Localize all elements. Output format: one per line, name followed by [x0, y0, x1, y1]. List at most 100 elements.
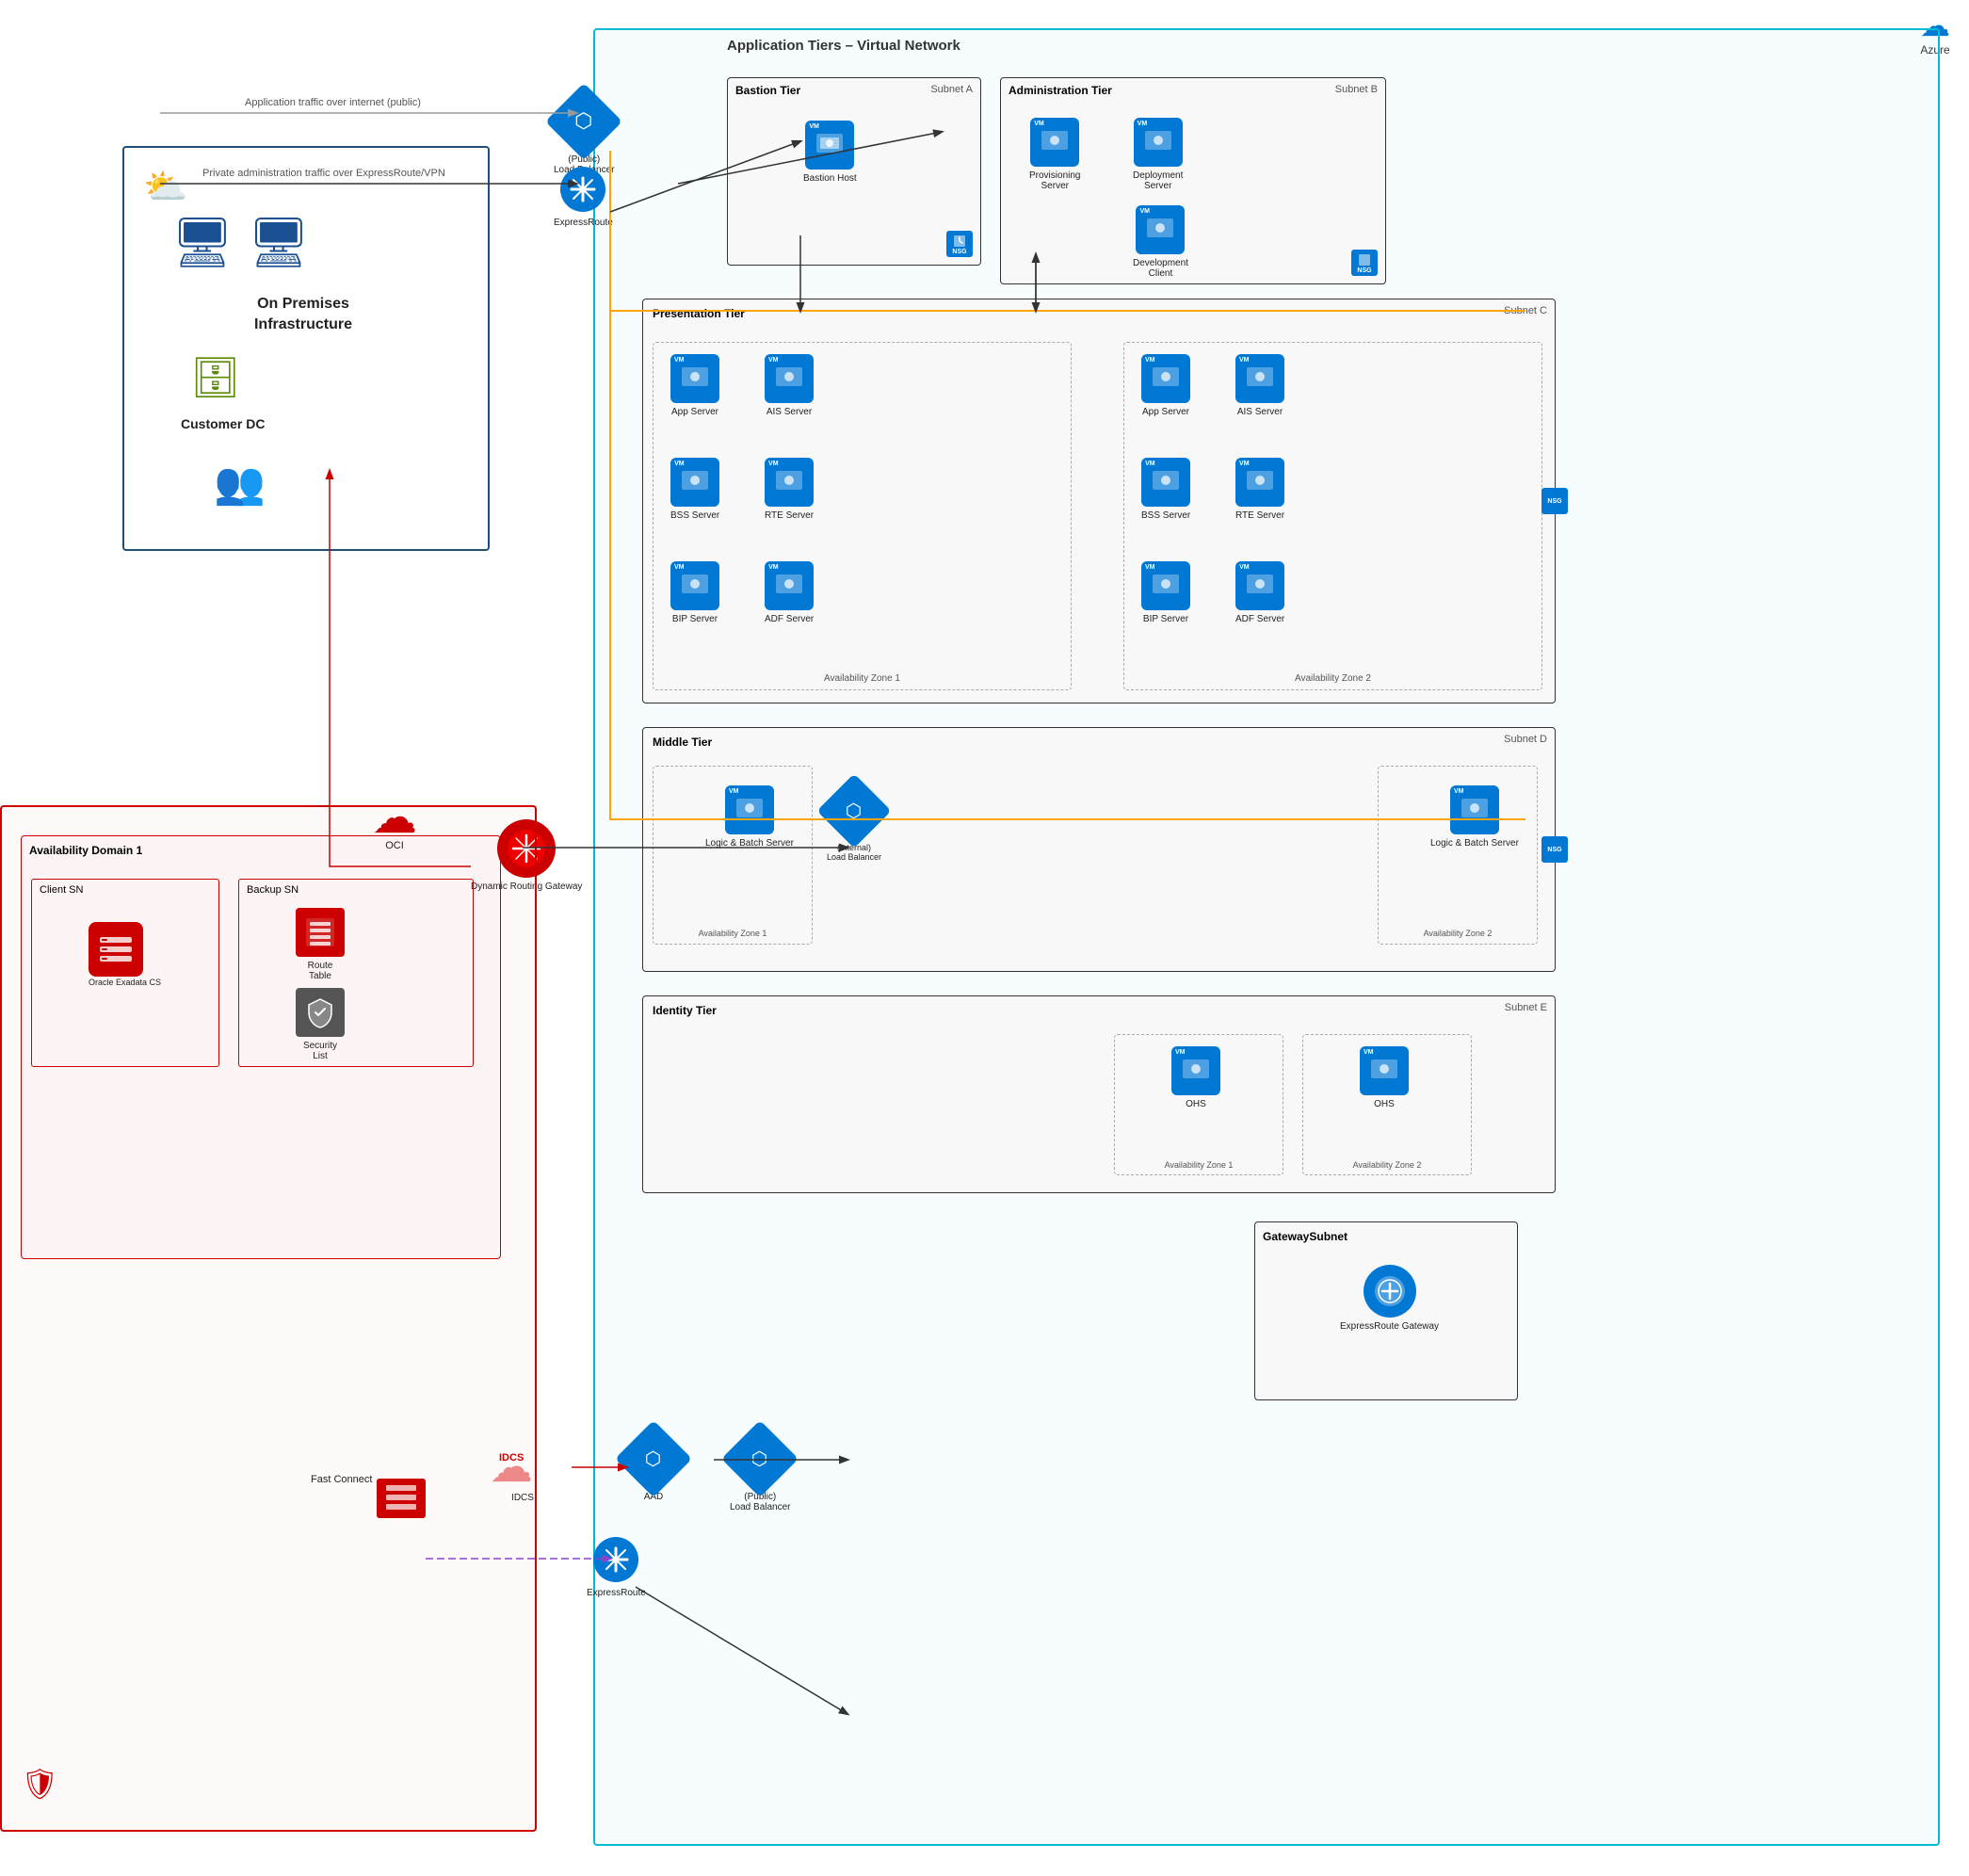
expressroute-gw-icon — [1364, 1265, 1416, 1318]
identity-z1-ohs-icon: VM — [1171, 1046, 1220, 1095]
expressroute-top-icon — [558, 165, 607, 214]
pres-z2-adf-label: ADF Server — [1235, 614, 1284, 624]
on-premises-box: ⛅ 🖥 🖥 On PremisesInfrastructure 🗄 Custom… — [122, 146, 490, 551]
provisioning-server-icon: VM — [1030, 118, 1079, 167]
on-premises-title: On PremisesInfrastructure — [153, 294, 454, 336]
client-sn-label: Client SN — [40, 884, 83, 896]
pres-z1-adf-icon: VM — [765, 561, 814, 610]
pres-z1-bss-server: VM BSS Server — [670, 458, 719, 521]
pres-z1-bip-icon: VM — [670, 561, 719, 610]
pres-z2-label: Availability Zone 2 — [1295, 673, 1371, 684]
admin-subnet-label: Subnet B — [1335, 84, 1378, 95]
pres-z2-app-icon: VM — [1141, 354, 1190, 403]
backup-sn-box: Backup SN RouteTable SecurityList — [238, 879, 474, 1067]
expressroute-bottom-label: ExpressRoute — [587, 1588, 646, 1598]
bastion-tier: Bastion Tier Subnet A VM Bastion Host NS… — [727, 77, 981, 266]
pres-z1-bip-label: BIP Server — [672, 614, 718, 624]
admin-nsg-label: NSG — [1357, 267, 1371, 274]
oci-firewall-icon: 🛡 — [21, 1766, 59, 1802]
middle-z2-label: Availability Zone 2 — [1424, 929, 1493, 938]
bastion-tier-title: Bastion Tier — [735, 84, 800, 97]
identity-z1-label: Availability Zone 1 — [1165, 1160, 1234, 1170]
pres-z1-bss-label: BSS Server — [670, 510, 719, 521]
client-sn-box: Client SN Oracle Exadata CS — [31, 879, 219, 1067]
identity-z1-ohs: VM OHS — [1171, 1046, 1220, 1109]
pres-z2-bss-label: BSS Server — [1141, 510, 1190, 521]
identity-z2-ohs: VM OHS — [1360, 1046, 1409, 1109]
pres-z2-bip-label: BIP Server — [1143, 614, 1188, 624]
on-premises-server-icon-1: 🖥 — [171, 214, 234, 271]
presentation-nsg-label: NSG — [1547, 498, 1561, 505]
idcs-container: ☁ IDCS IDCS — [490, 1441, 556, 1503]
middle-z1-logic-server: VM Logic & Batch Server — [705, 785, 794, 849]
pres-z2-bss-server: VM BSS Server — [1141, 458, 1190, 521]
pres-avail-zone-1: VM App Server VM AIS Server VM BSS Serve… — [653, 342, 1072, 690]
middle-tier: Middle Tier Subnet D ⬡ (Internal)Load Ba… — [642, 727, 1556, 972]
gateway-subnet-title: GatewaySubnet — [1263, 1230, 1348, 1243]
gateway-subnet: GatewaySubnet ExpressRoute Gateway — [1254, 1221, 1518, 1400]
admin-tier: Administration Tier Subnet B VM Provisio… — [1000, 77, 1386, 284]
pres-z1-app-label: App Server — [671, 407, 718, 417]
expressroute-bottom-icon — [591, 1535, 640, 1584]
route-table-icon — [296, 908, 345, 957]
pres-z2-ais-label: AIS Server — [1237, 407, 1283, 417]
security-list-label: SecurityList — [303, 1041, 337, 1061]
expressroute-gw-label: ExpressRoute Gateway — [1340, 1321, 1439, 1332]
pres-z2-rte-icon: VM — [1235, 458, 1284, 507]
admin-tier-title: Administration Tier — [1009, 84, 1112, 97]
deployment-server-icon: VM — [1134, 118, 1183, 167]
oracle-exadata-label: Oracle Exadata CS — [89, 978, 161, 987]
dev-client-icon: VM — [1136, 205, 1185, 254]
provisioning-server-container: VM ProvisioningServer — [1029, 118, 1080, 191]
provisioning-server-label: ProvisioningServer — [1029, 170, 1080, 191]
dev-client-container: VM DevelopmentClient — [1133, 205, 1188, 279]
pres-z1-adf-server: VM ADF Server — [765, 561, 814, 624]
presentation-nsg: NSG — [1541, 488, 1568, 514]
idcs-icon: ☁ IDCS — [490, 1441, 556, 1493]
middle-nsg-label: NSG — [1547, 847, 1561, 853]
expressroute-gw-container: ExpressRoute Gateway — [1340, 1265, 1439, 1332]
bastion-host-label: Bastion Host — [803, 173, 857, 184]
identity-tier: Identity Tier Subnet E VM OHS Availabili… — [642, 995, 1556, 1193]
pres-z2-adf-server: VM ADF Server — [1235, 561, 1284, 624]
deployment-server-label: DeploymentServer — [1133, 170, 1183, 191]
pres-z1-rte-server: VM RTE Server — [765, 458, 814, 521]
dev-client-label: DevelopmentClient — [1133, 258, 1188, 279]
middle-tier-title: Middle Tier — [653, 736, 712, 749]
internal-lb-icon: ⬡ — [816, 773, 891, 848]
middle-z2-logic-icon: VM — [1450, 785, 1499, 834]
middle-z1-label: Availability Zone 1 — [699, 929, 767, 938]
identity-z2-ohs-label: OHS — [1374, 1099, 1395, 1109]
pres-z1-bip-server: VM BIP Server — [670, 561, 719, 624]
on-premises-cloud-icon: ⛅ — [143, 167, 187, 208]
bastion-nsg: NSG — [946, 231, 973, 257]
aad-container: ⬡ AAD — [626, 1431, 681, 1502]
pres-z1-rte-icon: VM — [765, 458, 814, 507]
fast-connect-server-container — [377, 1479, 426, 1518]
expressroute-top-container: ExpressRoute — [554, 165, 613, 228]
fast-connect-server-icon — [377, 1479, 426, 1518]
identity-z1: VM OHS Availability Zone 1 — [1114, 1034, 1283, 1175]
route-table-label: RouteTable — [308, 961, 333, 981]
oci-box: Availability Domain 1 Client SN Oracle E… — [0, 805, 537, 1832]
customer-dc-icon: 🗄 — [190, 355, 240, 401]
bastion-host-icon: VM — [805, 121, 854, 170]
azure-vnet: Application Tiers – Virtual Network Bast… — [593, 28, 1940, 1846]
pres-avail-zone-2: VM App Server VM AIS Server VM BSS Serve… — [1123, 342, 1542, 690]
middle-z2: VM Logic & Batch Server Availability Zon… — [1378, 766, 1538, 945]
identity-subnet-label: Subnet E — [1505, 1002, 1547, 1013]
pres-z1-app-server: VM App Server — [670, 354, 719, 417]
pres-z2-app-server: VM App Server — [1141, 354, 1190, 417]
internal-lb-container: ⬡ (Internal)Load Balancer — [827, 784, 881, 862]
security-list-container: SecurityList — [296, 988, 345, 1061]
public-lb-bottom-container: ⬡ (Public)Load Balancer — [730, 1431, 791, 1512]
idcs-label: IDCS — [511, 1493, 534, 1503]
presentation-tier-title: Presentation Tier — [653, 307, 745, 320]
middle-z1: VM Logic & Batch Server Availability Zon… — [653, 766, 813, 945]
pres-z2-app-label: App Server — [1142, 407, 1189, 417]
pres-z2-ais-icon: VM — [1235, 354, 1284, 403]
middle-nsg: NSG — [1541, 836, 1568, 863]
security-list-icon — [296, 988, 345, 1037]
pres-z1-app-icon: VM — [670, 354, 719, 403]
bastion-subnet-label: Subnet A — [930, 84, 973, 95]
